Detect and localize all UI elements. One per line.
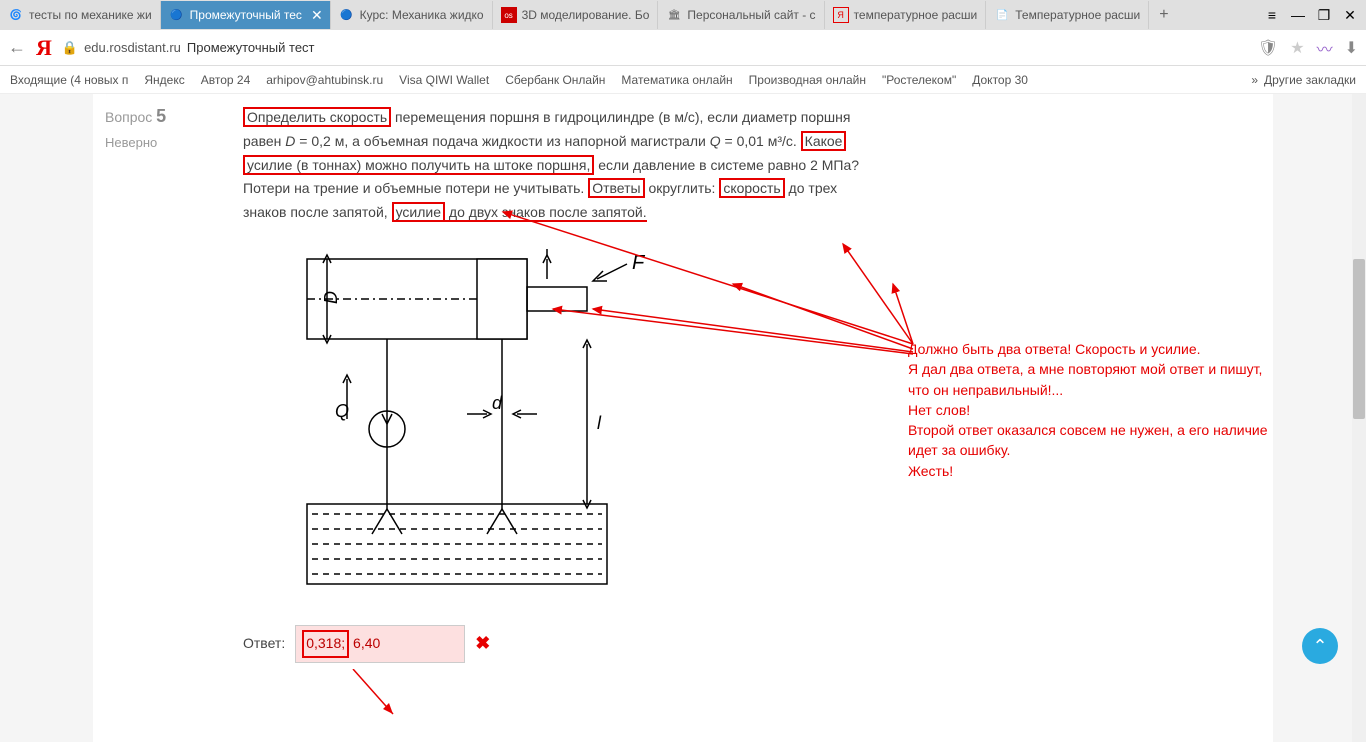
tab-tests[interactable]: 🌀тесты по механике жи [0, 1, 161, 29]
question-sidebar: Вопрос 5 Неверно [93, 106, 243, 742]
menu-icon[interactable]: ≡ [1260, 4, 1284, 26]
label-D: D [321, 291, 341, 304]
lock-icon: 🔒 [62, 40, 78, 56]
label-Q: Q [335, 401, 349, 421]
bookmark-math[interactable]: Математика онлайн [621, 73, 732, 87]
bookmark-email[interactable]: arhipov@ahtubinsk.ru [266, 73, 383, 87]
answer-row: Ответ: 0,318; 6,40 ✖ [243, 625, 1261, 663]
back-button[interactable]: ← [8, 37, 26, 58]
yandex-logo[interactable]: Я [36, 35, 52, 61]
scrollbar-thumb[interactable] [1353, 259, 1365, 419]
user-annotation: Должно быть два ответа! Скорость и усили… [908, 339, 1338, 481]
url-title: Промежуточный тест [187, 40, 315, 55]
answer-input[interactable]: 0,318; 6,40 [295, 625, 465, 663]
download-icon[interactable]: ⬇ [1345, 38, 1358, 58]
bookmark-doctor30[interactable]: Доктор 30 [972, 73, 1028, 87]
answer-label: Ответ: [243, 632, 285, 656]
bookmark-deriv[interactable]: Производная онлайн [749, 73, 866, 87]
tab-close-icon[interactable]: ✕ [311, 7, 323, 24]
label-F: F [632, 252, 646, 274]
tab-active[interactable]: 🔵Промежуточный тес✕ [161, 1, 331, 29]
label-l: l [597, 413, 602, 433]
bookmark-sber[interactable]: Сбербанк Онлайн [505, 73, 605, 87]
highlight-answers: Ответы [588, 178, 644, 198]
favicon-icon: 🔵 [339, 7, 355, 23]
favicon-icon: 🔵 [169, 7, 185, 23]
highlight-speed2: скорость [719, 178, 784, 198]
highlight-usilie: усилие [392, 202, 445, 222]
tab-3d[interactable]: os3D моделирование. Бо [493, 1, 659, 29]
extension-icon[interactable]: 〰 [1317, 36, 1333, 60]
other-bookmarks[interactable]: Другие закладки [1264, 73, 1356, 87]
tab-temp1[interactable]: Ятемпературное расши [825, 1, 987, 29]
tab-temp2[interactable]: 📄Температурное расши [986, 1, 1149, 29]
favicon-icon: os [501, 7, 517, 23]
chevron-up-icon: ⌃ [1312, 636, 1327, 657]
bookmarks-bar: Входящие (4 новых п Яндекс Автор 24 arhi… [0, 66, 1366, 94]
tab-personal[interactable]: 🏛Персональный сайт - с [658, 1, 824, 29]
url-box[interactable]: 🔒 edu.rosdistant.ru Промежуточный тест [62, 40, 1248, 56]
annotation-arrow [343, 669, 403, 719]
page-content: Вопрос 5 Неверно Определить скорость пер… [0, 94, 1366, 742]
highlight-speed: Определить скорость [243, 107, 391, 127]
label-d: d [492, 393, 503, 413]
window-controls: ≡ — ❐ ✕ [1260, 4, 1366, 26]
favicon-icon: 🏛 [666, 7, 682, 23]
maximize-icon[interactable]: ❐ [1312, 4, 1336, 26]
question-status: Неверно [105, 135, 231, 150]
star-icon[interactable]: ★ [1290, 38, 1304, 58]
close-icon[interactable]: ✕ [1338, 4, 1362, 26]
minimize-icon[interactable]: — [1286, 4, 1310, 26]
question-number: Вопрос 5 [105, 106, 231, 127]
question-text: Определить скорость перемещения поршня в… [243, 106, 1261, 225]
highlight-force: усилие (в тоннах) можно получить на шток… [243, 155, 594, 175]
scroll-top-button[interactable]: ⌃ [1302, 628, 1338, 664]
highlight-kakoe: Какое [801, 131, 847, 151]
bookmark-yandex[interactable]: Яндекс [144, 73, 184, 87]
bookmark-inbox[interactable]: Входящие (4 новых п [10, 73, 128, 87]
bookmark-qiwi[interactable]: Visa QIWI Wallet [399, 73, 489, 87]
favicon-icon: 🌀 [8, 7, 24, 23]
label-dsh: dшт [554, 249, 585, 252]
quiz-page: Вопрос 5 Неверно Определить скорость пер… [93, 94, 1273, 742]
vertical-scrollbar[interactable] [1352, 94, 1366, 742]
bookmark-avtor24[interactable]: Автор 24 [201, 73, 251, 87]
favicon-icon: Я [833, 7, 849, 23]
shield-icon[interactable]: 🛡 [1258, 38, 1278, 58]
toolbar-right: 🛡 ★ 〰 ⬇ [1258, 36, 1358, 60]
new-tab-button[interactable]: + [1149, 6, 1178, 24]
bookmarks-more-icon[interactable]: » [1251, 73, 1258, 87]
address-bar: ← Я 🔒 edu.rosdistant.ru Промежуточный те… [0, 30, 1366, 66]
tab-course[interactable]: 🔵Курс: Механика жидко [331, 1, 493, 29]
browser-tabbar: 🌀тесты по механике жи 🔵Промежуточный тес… [0, 0, 1366, 30]
url-host: edu.rosdistant.ru [84, 40, 181, 55]
wrong-icon: ✖ [475, 628, 490, 659]
favicon-icon: 📄 [994, 7, 1010, 23]
bookmark-rostelecom[interactable]: "Ростелеком" [882, 73, 956, 87]
